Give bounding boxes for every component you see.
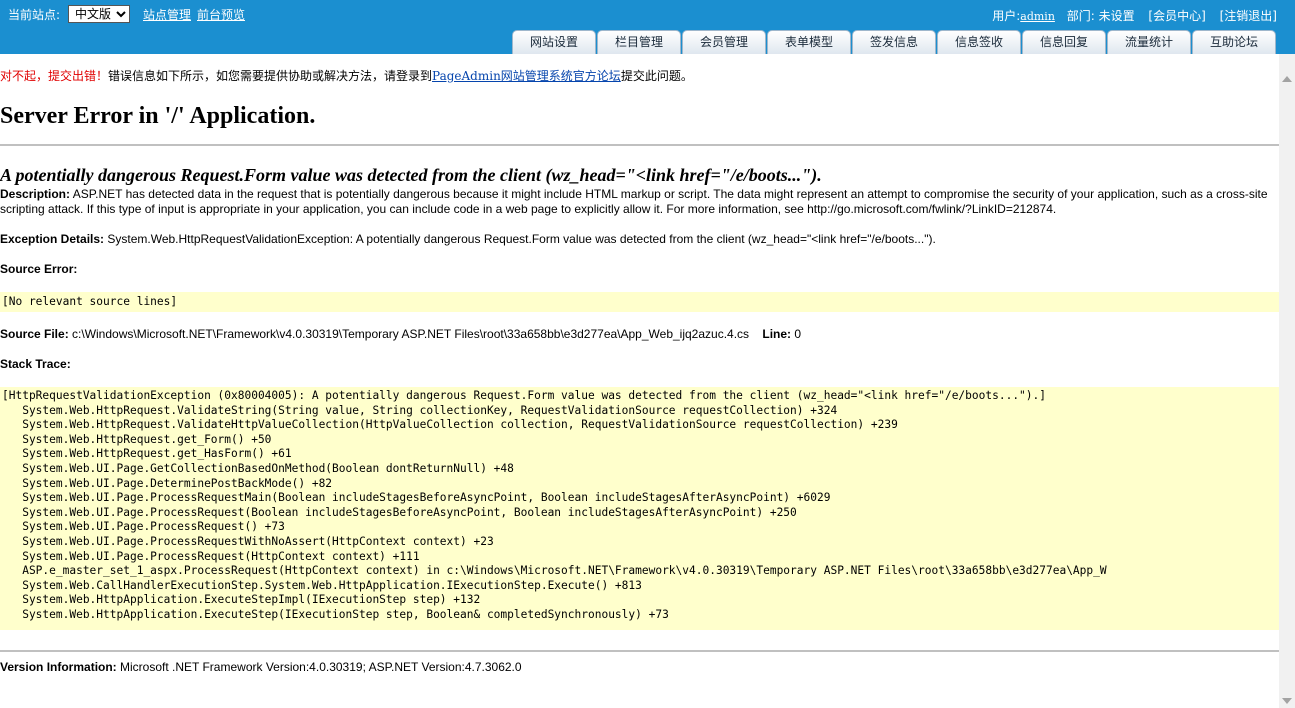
notice-text: 错误信息如下所示，如您需要提供协助或解决方法，请登录到 bbox=[108, 69, 433, 83]
line-label: Line: bbox=[762, 327, 792, 341]
version-label: Version Information: bbox=[0, 660, 117, 674]
stack-line: System.Web.UI.Page.ProcessRequest(HttpCo… bbox=[2, 549, 420, 563]
site-label: 当前站点: bbox=[8, 8, 61, 22]
tab-form-model[interactable]: 表单模型 bbox=[767, 30, 851, 54]
tab-column-manage[interactable]: 栏目管理 bbox=[597, 30, 681, 54]
tab-issue-info[interactable]: 签发信息 bbox=[852, 30, 936, 54]
error-notice: 对不起，提交出错！错误信息如下所示，如您需要提供协助或解决方法，请登录到Page… bbox=[0, 67, 693, 84]
vertical-scrollbar[interactable] bbox=[1279, 54, 1295, 708]
error-content: 对不起，提交出错！错误信息如下所示，如您需要提供协助或解决方法，请登录到Page… bbox=[0, 54, 1279, 708]
site-select[interactable]: 中文版 bbox=[68, 5, 130, 23]
scroll-up-icon[interactable] bbox=[1282, 76, 1292, 82]
description: Description: ASP.NET has detected data i… bbox=[0, 187, 1270, 217]
stack-line: System.Web.HttpRequest.get_Form() +50 bbox=[2, 432, 272, 446]
tab-site-settings[interactable]: 网站设置 bbox=[512, 30, 596, 54]
stack-line: [HttpRequestValidationException (0x80004… bbox=[2, 389, 1046, 402]
source-error-box: [No relevant source lines] bbox=[0, 292, 1279, 312]
username-link[interactable]: admin bbox=[1020, 10, 1055, 23]
site-manage-link[interactable]: 站点管理 bbox=[143, 6, 191, 23]
notice-suffix: 提交此问题。 bbox=[620, 69, 693, 83]
stack-line: System.Web.HttpRequest.ValidateHttpValue… bbox=[2, 418, 898, 432]
version-info: Version Information: Microsoft .NET Fram… bbox=[0, 660, 522, 675]
source-error-heading: Source Error: bbox=[0, 262, 77, 277]
exception-details: Exception Details: System.Web.HttpReques… bbox=[0, 232, 936, 247]
member-center-link[interactable]: [会员中心] bbox=[1148, 9, 1205, 23]
source-error-label: Source Error: bbox=[0, 262, 78, 276]
tab-forum[interactable]: 互助论坛 bbox=[1192, 30, 1276, 54]
source-file-text: c:\Windows\Microsoft.NET\Framework\v4.0.… bbox=[68, 327, 750, 341]
tab-member-manage[interactable]: 会员管理 bbox=[682, 30, 766, 54]
version-text: Microsoft .NET Framework Version:4.0.303… bbox=[116, 660, 522, 674]
source-file: Source File: c:\Windows\Microsoft.NET\Fr… bbox=[0, 327, 801, 342]
logout-link[interactable]: [注销退出] bbox=[1220, 9, 1277, 23]
frontend-preview-link[interactable]: 前台预览 bbox=[197, 6, 245, 23]
stack-trace-heading: Stack Trace: bbox=[0, 357, 71, 372]
forum-link[interactable]: PageAdmin网站管理系统官方论坛 bbox=[432, 69, 621, 83]
description-text: ASP.NET has detected data in the request… bbox=[0, 187, 1268, 216]
description-label: Description: bbox=[0, 187, 71, 201]
stack-line: System.Web.UI.Page.ProcessRequest(Boolea… bbox=[2, 505, 797, 519]
divider bbox=[0, 650, 1279, 652]
stack-line: ASP.e_master_set_1_aspx.ProcessRequest(H… bbox=[2, 564, 1107, 578]
stack-trace-label: Stack Trace: bbox=[0, 357, 71, 371]
stack-line: System.Web.UI.Page.ProcessRequestWithNoA… bbox=[2, 534, 494, 548]
error-subtitle: A potentially dangerous Request.Form val… bbox=[0, 165, 822, 185]
stack-line: System.Web.HttpRequest.ValidateString(St… bbox=[2, 403, 838, 417]
admin-topbar: 当前站点: 中文版 站点管理 前台预览 用户:admin 部门: 未设置 [会员… bbox=[0, 0, 1295, 54]
stack-line: System.Web.UI.Page.ProcessRequestMain(Bo… bbox=[2, 491, 831, 505]
stack-line: System.Web.UI.Page.GetCollectionBasedOnM… bbox=[2, 461, 514, 475]
divider bbox=[0, 144, 1279, 146]
user-prefix: 用户: bbox=[992, 9, 1021, 23]
stack-line: System.Web.HttpApplication.ExecuteStep(I… bbox=[2, 607, 669, 621]
stack-trace-box: [HttpRequestValidationException (0x80004… bbox=[0, 387, 1279, 630]
tab-traffic-stats[interactable]: 流量统计 bbox=[1107, 30, 1191, 54]
tab-info-receive[interactable]: 信息签收 bbox=[937, 30, 1021, 54]
dept-text: 部门: 未设置 bbox=[1066, 9, 1135, 23]
tab-info-reply[interactable]: 信息回复 bbox=[1022, 30, 1106, 54]
user-info: 用户:admin 部门: 未设置 [会员中心] [注销退出] bbox=[992, 7, 1277, 24]
line-value: 0 bbox=[791, 327, 802, 341]
stack-line: System.Web.UI.Page.ProcessRequest() +73 bbox=[2, 520, 285, 534]
page-title: Server Error in '/' Application. bbox=[0, 103, 316, 129]
scroll-down-icon[interactable] bbox=[1282, 698, 1292, 704]
stack-line: System.Web.HttpApplication.ExecuteStepIm… bbox=[2, 593, 481, 607]
exception-text: System.Web.HttpRequestValidationExceptio… bbox=[104, 232, 936, 246]
stack-line: System.Web.UI.Page.DeterminePostBackMode… bbox=[2, 476, 333, 490]
exception-label: Exception Details: bbox=[0, 232, 105, 246]
source-error-text: [No relevant source lines] bbox=[2, 295, 178, 308]
source-file-label: Source File: bbox=[0, 327, 69, 341]
notice-red-text: 对不起，提交出错！ bbox=[0, 69, 109, 83]
stack-line: System.Web.CallHandlerExecutionStep.Syst… bbox=[2, 578, 642, 592]
stack-line: System.Web.HttpRequest.get_HasForm() +61 bbox=[2, 447, 292, 461]
